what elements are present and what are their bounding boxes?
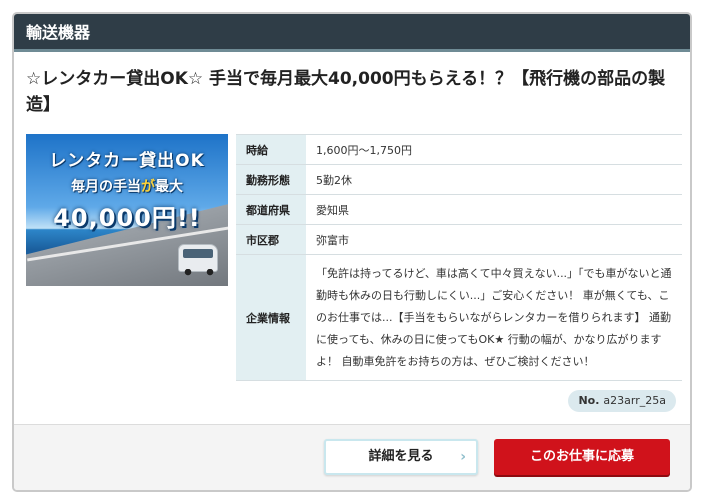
banner-line-2: 毎月の手当が最大 — [26, 176, 228, 196]
view-details-label: 詳細を見る — [368, 449, 434, 464]
card-footer: 詳細を見る › このお仕事に応募 — [14, 424, 690, 490]
car-graphic — [178, 244, 218, 276]
view-details-button[interactable]: 詳細を見る › — [324, 439, 478, 475]
detail-label: 企業情報 — [236, 254, 306, 381]
detail-row-company-info: 企業情報 「免許は持ってるけど、車は高くて中々買えない...」「でも車がないと通… — [236, 254, 682, 381]
chevron-right-icon: › — [460, 449, 466, 465]
banner-line-2b: が — [141, 179, 155, 195]
banner-line-2c: 最大 — [155, 179, 183, 195]
apply-button[interactable]: このお仕事に応募 — [494, 439, 670, 475]
job-title[interactable]: ☆レンタカー貸出OK☆ 手当で毎月最大40,000円もらえる！？【飛行機の部品の… — [26, 66, 682, 118]
job-number-value: a23arr_25a — [603, 394, 666, 407]
job-details-table: 時給 1,600円～1,750円 勤務形態 5勤2休 都道府県 愛知県 市区郡 … — [236, 134, 682, 381]
detail-row-city: 市区郡 弥富市 — [236, 224, 682, 255]
banner-line-3: 40,000円!! — [53, 204, 201, 232]
detail-value: 弥富市 — [306, 224, 682, 255]
detail-row-wage: 時給 1,600円～1,750円 — [236, 134, 682, 165]
detail-label: 勤務形態 — [236, 164, 306, 195]
job-number-badge: No. a23arr_25a — [568, 390, 676, 412]
detail-value: 愛知県 — [306, 194, 682, 225]
detail-row-shift: 勤務形態 5勤2休 — [236, 164, 682, 195]
job-banner-image: レンタカー貸出OK 毎月の手当が最大 40,000円!! — [26, 134, 228, 286]
banner-line-2a: 毎月の手当 — [71, 179, 141, 195]
detail-row-prefecture: 都道府県 愛知県 — [236, 194, 682, 225]
category-header: 輸送機器 — [14, 14, 690, 52]
detail-label: 市区郡 — [236, 224, 306, 255]
job-number-label: No. — [578, 394, 600, 407]
detail-label: 時給 — [236, 134, 306, 165]
company-info-text: 「免許は持ってるけど、車は高くて中々買えない...」「でも車がないと通勤時も休み… — [306, 254, 682, 381]
banner-line-1: レンタカー貸出OK — [49, 151, 205, 171]
job-card: 輸送機器 ☆レンタカー貸出OK☆ 手当で毎月最大40,000円もらえる！？【飛行… — [12, 12, 692, 492]
detail-value: 1,600円～1,750円 — [306, 134, 682, 165]
detail-label: 都道府県 — [236, 194, 306, 225]
detail-value: 5勤2休 — [306, 164, 682, 195]
